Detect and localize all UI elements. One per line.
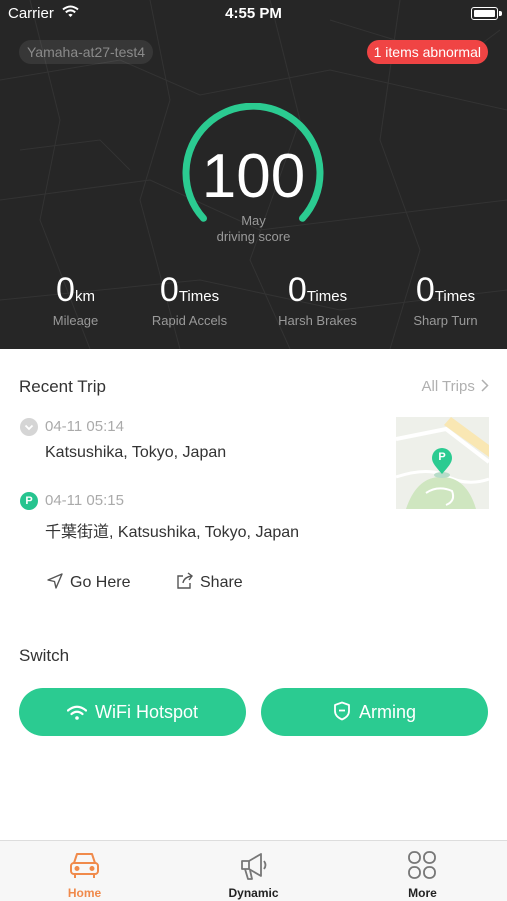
parking-marker-icon: P	[20, 492, 38, 510]
navigation-arrow-icon	[47, 573, 63, 589]
go-here-button[interactable]: Go Here	[46, 572, 130, 592]
stat-mileage: 0km Mileage	[12, 271, 139, 328]
all-trips-link[interactable]: All Trips	[421, 378, 489, 395]
trip-start-time: 04-11 05:14	[45, 418, 124, 435]
all-trips-label: All Trips	[421, 378, 475, 395]
score-label: driving score	[216, 229, 291, 244]
chevron-right-icon	[481, 379, 489, 392]
go-here-label: Go Here	[70, 574, 131, 591]
stat-unit: Times	[434, 288, 476, 305]
tab-dynamic[interactable]: Dynamic	[169, 841, 338, 901]
arming-button[interactable]: Arming	[261, 688, 488, 736]
trip-end-time: 04-11 05:15	[45, 492, 124, 509]
map-thumbnail-drawing	[396, 417, 489, 509]
trip-start-icon	[20, 418, 38, 436]
trip-end-address: 千葉街道, Katsushika, Tokyo, Japan	[45, 524, 300, 541]
bottom-tab-bar: Home Dynamic More	[0, 840, 507, 901]
share-label: Share	[200, 574, 243, 591]
stat-rapid-accels: 0Times Rapid Accels	[126, 271, 253, 328]
stat-label: Mileage	[52, 313, 99, 328]
switch-title: Switch	[19, 646, 70, 665]
wifi-hotspot-button[interactable]: WiFi Hotspot	[19, 688, 246, 736]
tab-home-label: Home	[67, 886, 102, 900]
share-button[interactable]: Share	[176, 572, 243, 592]
map-marker-letter: P	[438, 451, 446, 463]
abnormal-alert-badge[interactable]: 1 items abnormal	[366, 40, 488, 64]
device-name-chip[interactable]: Yamaha-at27-test4	[19, 40, 154, 64]
chevron-down-icon	[24, 424, 34, 431]
car-icon	[70, 853, 99, 878]
shield-icon	[334, 701, 350, 721]
stat-unit: km	[74, 288, 95, 305]
stat-unit: Times	[178, 288, 220, 305]
grid-icon	[408, 851, 436, 879]
wifi-hotspot-label: WiFi Hotspot	[94, 702, 199, 722]
score-month: May	[241, 213, 266, 228]
megaphone-icon	[241, 853, 267, 880]
stat-unit: Times	[306, 288, 348, 305]
share-icon	[177, 572, 193, 589]
stat-label: Rapid Accels	[151, 313, 228, 328]
tab-more-label: More	[408, 886, 437, 900]
stat-label: Harsh Brakes	[278, 313, 357, 328]
stat-label: Sharp Turn	[413, 313, 478, 328]
driving-score-value: 100	[201, 142, 306, 211]
stat-sharp-turn: 0Times Sharp Turn	[382, 271, 507, 328]
stat-value: 0	[159, 271, 179, 309]
driving-score-header: Carrier 4:55 PM Yamaha-at27-test4 1 item…	[0, 0, 507, 349]
trip-start-address: Katsushika, Tokyo, Japan	[45, 444, 227, 461]
status-bar: Carrier 4:55 PM	[0, 0, 507, 28]
battery-icon	[471, 7, 498, 20]
recent-trip-title: Recent Trip	[19, 377, 106, 396]
battery-tip	[499, 11, 502, 16]
stat-value: 0	[415, 271, 435, 309]
tab-home[interactable]: Home	[0, 841, 169, 901]
wifi-icon	[66, 705, 88, 720]
stat-harsh-brakes: 0Times Harsh Brakes	[254, 271, 381, 328]
trip-map-thumbnail[interactable]: P	[396, 417, 489, 509]
clock: 4:55 PM	[225, 5, 282, 22]
tab-more[interactable]: More	[338, 841, 507, 901]
tab-dynamic-label: Dynamic	[228, 886, 279, 900]
arming-label: Arming	[358, 702, 416, 722]
stat-value: 0	[287, 271, 307, 309]
stat-value: 0	[56, 271, 75, 309]
